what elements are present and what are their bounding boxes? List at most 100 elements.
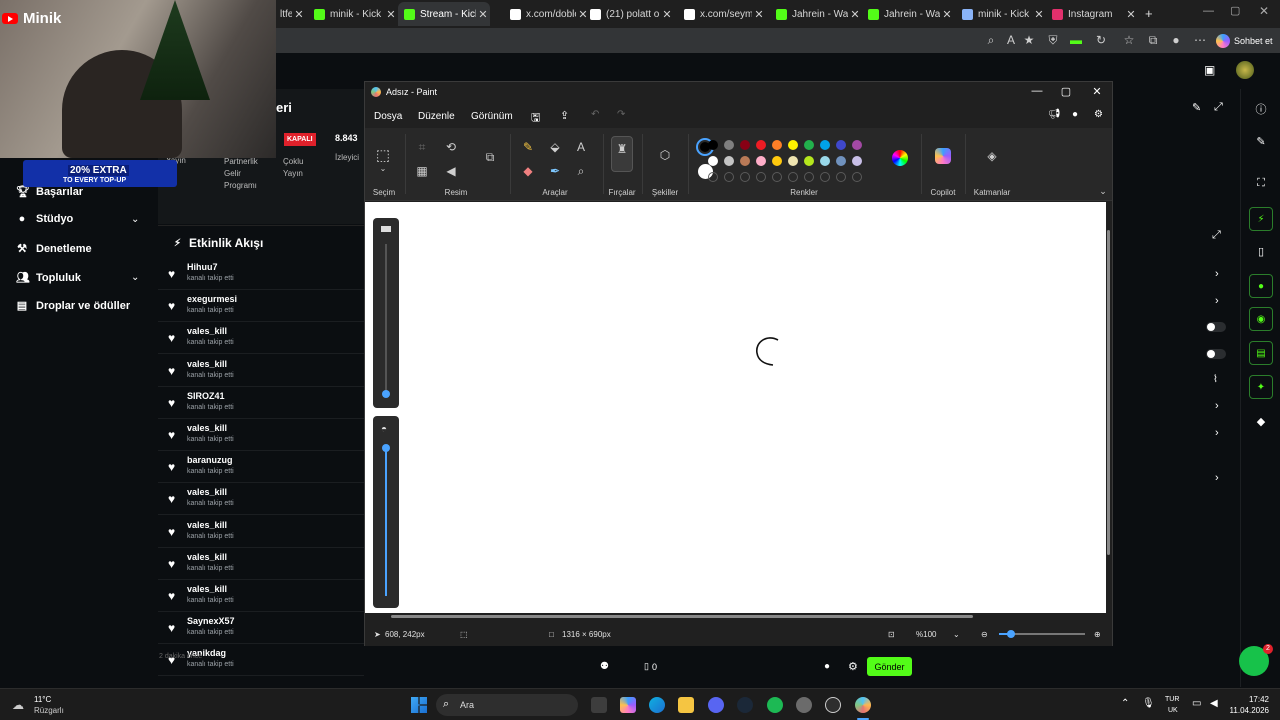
discord-icon[interactable] [708, 697, 724, 713]
close-tab-icon[interactable]: ✕ [752, 8, 766, 21]
copilot-icon[interactable] [935, 148, 951, 164]
slider-thumb[interactable] [382, 444, 390, 452]
color-swatch[interactable] [740, 156, 750, 166]
color-swatch[interactable] [708, 140, 718, 150]
close-tab-icon[interactable]: ✕ [384, 8, 398, 21]
wrench-icon[interactable]: ✦ [1249, 375, 1273, 399]
maximize-button[interactable]: ▢ [1058, 85, 1074, 98]
horizontal-scrollbar[interactable] [391, 615, 973, 618]
layers-icon[interactable]: ◈ [984, 149, 1000, 163]
chevron-down-icon[interactable]: ⌄ [375, 164, 391, 173]
color-swatch[interactable] [804, 156, 814, 166]
undo-icon[interactable]: ↶ [591, 109, 599, 120]
clock-date[interactable]: 11.04.2026 [1225, 706, 1269, 715]
activity-item[interactable]: ♥ vales_kill kanalı takip etti [158, 516, 368, 548]
network-icon[interactable]: ▭ [1192, 698, 1201, 709]
toggle-switch[interactable] [1206, 349, 1226, 359]
copilot-taskbar-icon[interactable] [620, 697, 636, 713]
image-select-icon[interactable]: ⧉ [482, 150, 498, 165]
emoji-icon[interactable]: ● [824, 661, 830, 672]
new-tab-button[interactable]: + [1145, 6, 1153, 21]
text-icon[interactable]: A [573, 140, 589, 154]
empty-color-slot[interactable] [756, 172, 766, 182]
activity-item[interactable]: ♥ vales_kill kanalı takip etti [158, 548, 368, 580]
activity-item[interactable]: ♥ vales_kill kanalı takip etti [158, 580, 368, 612]
slider-thumb[interactable] [382, 390, 390, 398]
browser-tab[interactable]: minik - Kick listi✕ [308, 2, 398, 26]
more-menu-icon[interactable]: ⋯ [1193, 33, 1207, 47]
browser-tab[interactable]: x.com/doblocu✕ [504, 2, 590, 26]
chevron-right-icon[interactable]: › [1215, 472, 1219, 484]
color-swatch[interactable] [772, 156, 782, 166]
weather-icon[interactable]: ☁ [12, 698, 24, 712]
color-swatch[interactable] [756, 156, 766, 166]
chevron-right-icon[interactable]: › [1215, 400, 1219, 412]
browser-tab[interactable]: minik - Kick Str✕ [956, 2, 1046, 26]
color-swatch[interactable] [724, 156, 734, 166]
chatgpt-icon[interactable] [825, 697, 841, 713]
tray-chevron-icon[interactable]: ⌃ [1121, 698, 1129, 709]
battery-extension-icon[interactable]: ▬ [1069, 33, 1083, 47]
redo-icon[interactable]: ↷ [617, 109, 625, 120]
favorite-star-icon[interactable]: ★ [1022, 33, 1036, 47]
task-view-icon[interactable] [591, 697, 607, 713]
account-icon[interactable]: ● [1072, 109, 1078, 120]
profile-avatar-icon[interactable]: ● [1169, 33, 1183, 47]
settings-icon[interactable]: ⚙ [1094, 109, 1103, 120]
paint-taskbar-icon[interactable] [855, 697, 871, 713]
empty-color-slot[interactable] [772, 172, 782, 182]
magnifier-icon[interactable]: ⌕ [573, 164, 589, 179]
start-button[interactable] [411, 697, 427, 713]
menu-edit[interactable]: Düzenle [418, 111, 455, 122]
color-swatch[interactable] [772, 140, 782, 150]
color-swatch[interactable] [788, 140, 798, 150]
send-button[interactable]: Gönder [867, 657, 912, 676]
sidebar-item-moderation[interactable]: ⚒ Denetleme [16, 242, 92, 256]
color-swatch[interactable] [804, 140, 814, 150]
close-button[interactable]: ✕ [1089, 85, 1105, 98]
collapse-ribbon-icon[interactable]: ⌄ [1095, 186, 1111, 197]
lang-bottom[interactable]: UK [1168, 707, 1178, 714]
chevron-right-icon[interactable]: › [1215, 427, 1219, 439]
empty-color-slot[interactable] [820, 172, 830, 182]
copilot-chat-button[interactable]: Sohbet et [1216, 32, 1273, 49]
pencil-icon[interactable]: ✎ [1249, 135, 1273, 153]
menu-file[interactable]: Dosya [374, 111, 402, 122]
color-swatch[interactable] [836, 140, 846, 150]
zoom-level[interactable]: %100 [916, 630, 936, 639]
chart-icon[interactable]: ⌇ [1213, 374, 1218, 385]
color-swatch[interactable] [724, 140, 734, 150]
refresh-extension-icon[interactable]: ↻ [1094, 33, 1108, 47]
close-tab-icon[interactable]: ✕ [848, 8, 862, 21]
eraser-icon[interactable]: ◆ [520, 164, 536, 178]
empty-color-slot[interactable] [852, 172, 862, 182]
color-swatch[interactable] [836, 156, 846, 166]
drawing-canvas[interactable] [365, 202, 1106, 613]
fill-icon[interactable]: ⬙ [547, 140, 563, 154]
share-icon[interactable]: ⇪ [560, 109, 569, 122]
close-tab-icon[interactable]: ✕ [660, 8, 674, 21]
selection-icon[interactable]: ⬚ [375, 146, 391, 164]
pencil-icon[interactable]: ✎ [520, 140, 536, 154]
shapes-icon[interactable]: ◆ [1249, 415, 1273, 433]
empty-color-slot[interactable] [788, 172, 798, 182]
empty-color-slot[interactable] [804, 172, 814, 182]
sidebar-item-studio[interactable]: ● Stüdyo [16, 213, 74, 225]
vertical-scrollbar[interactable] [1107, 230, 1110, 555]
shapes-icon[interactable]: ⬡ [657, 148, 673, 162]
brush-size-slider[interactable] [373, 218, 399, 408]
settings-icon[interactable]: ⚙ [848, 660, 858, 673]
activity-item[interactable]: ♥ SaynexX57 kanalı takip etti [158, 612, 368, 645]
taskbar-search[interactable]: ⌕ Ara [436, 694, 578, 716]
zoom-in-icon[interactable]: ⊕ [1094, 630, 1101, 639]
color-swatch[interactable] [820, 140, 830, 150]
popout-icon[interactable]: ⤢ [1214, 101, 1223, 114]
browser-tab[interactable]: Stream - Kick D✕ [398, 2, 490, 26]
zoom-out-icon[interactable]: ⊖ [981, 630, 988, 639]
file-explorer-icon[interactable] [678, 697, 694, 713]
minimize-button[interactable]: — [1029, 85, 1045, 97]
toggle-switch[interactable] [1206, 322, 1226, 332]
color-swatch[interactable] [708, 156, 718, 166]
browser-tab[interactable]: Jahrein - Watch✕ [862, 2, 954, 26]
activity-item[interactable]: ♥ Hihuu7 kanalı takip etti [158, 258, 368, 290]
